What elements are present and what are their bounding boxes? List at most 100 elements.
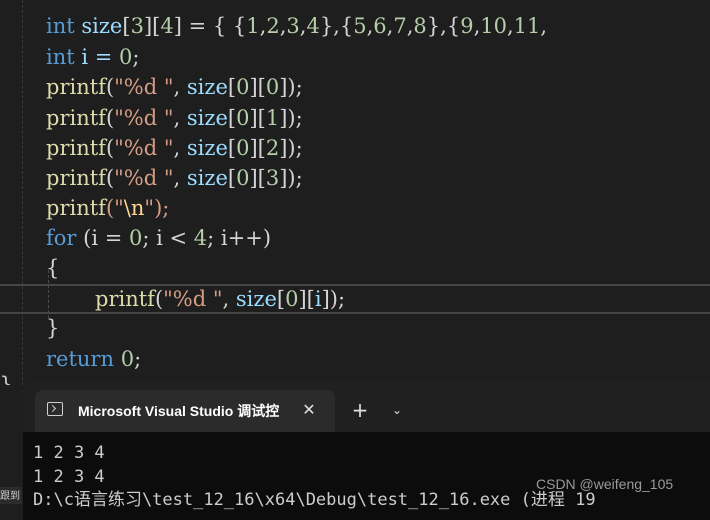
outer-close-brace: } bbox=[0, 372, 13, 385]
function-name: printf bbox=[46, 75, 106, 99]
punct: ; bbox=[134, 347, 142, 371]
punct: ] = { { bbox=[173, 14, 247, 38]
punct: [ bbox=[227, 136, 237, 160]
punct: [ bbox=[227, 106, 237, 130]
punct: , bbox=[173, 136, 187, 160]
number: 0 bbox=[120, 347, 135, 371]
punct: ; i++) bbox=[207, 226, 272, 250]
identifier: i = bbox=[74, 45, 120, 69]
terminal-output-line: D:\c语言练习\test_12_16\x64\Debug\test_12_16… bbox=[33, 490, 596, 510]
punct: ( bbox=[154, 287, 164, 311]
function-name: printf bbox=[46, 106, 106, 130]
string: "%d " bbox=[114, 136, 174, 160]
punct: , bbox=[506, 14, 514, 38]
code-line-7[interactable]: printf("\n"); bbox=[46, 193, 169, 223]
tab-title: Microsoft Visual Studio 调试控 bbox=[78, 403, 280, 419]
function-name: printf bbox=[46, 166, 106, 190]
number: 10 bbox=[480, 14, 507, 38]
keyword: int bbox=[46, 14, 75, 38]
code-line-1[interactable]: int size[3][4] = { {1,2,3,4},{5,6,7,8},{… bbox=[46, 11, 547, 41]
number: 0 bbox=[119, 45, 133, 69]
keyword: return bbox=[46, 347, 114, 371]
side-text-fragment: 跟到 bbox=[0, 487, 22, 504]
number: 0 bbox=[236, 136, 250, 160]
terminal-output-line: 1 2 3 4 bbox=[33, 443, 105, 463]
number: 0 bbox=[129, 226, 143, 250]
punct: },{ bbox=[319, 14, 354, 38]
code-line-2[interactable]: int i = 0; bbox=[46, 42, 139, 72]
code-line-9[interactable]: { bbox=[46, 253, 59, 283]
number: 1 bbox=[246, 14, 260, 38]
punct: , bbox=[173, 106, 187, 130]
keyword: for bbox=[46, 226, 77, 250]
identifier: i bbox=[314, 287, 322, 311]
code-line-5[interactable]: printf("%d ", size[0][2]); bbox=[46, 133, 303, 163]
escape-sequence: \n bbox=[123, 196, 145, 220]
number: 7 bbox=[393, 14, 407, 38]
code-line-12[interactable]: return 0; bbox=[46, 344, 141, 374]
number: 0 bbox=[285, 287, 299, 311]
code-line-10[interactable]: printf("%d ", size[0][i]); bbox=[95, 284, 345, 314]
watermark-text: CSDN @weifeng_105 bbox=[536, 476, 674, 492]
indent-guide bbox=[22, 0, 23, 385]
close-brace: } bbox=[46, 316, 60, 340]
punct: ][ bbox=[249, 75, 266, 99]
punct: ; bbox=[132, 45, 140, 69]
number: 8 bbox=[413, 14, 427, 38]
punct: [ bbox=[276, 287, 286, 311]
punct: ( bbox=[105, 136, 115, 160]
open-brace: { bbox=[46, 256, 60, 280]
terminal-tab[interactable]: Microsoft Visual Studio 调试控 ✕ bbox=[35, 390, 335, 432]
number: 1 bbox=[265, 106, 280, 130]
punct: ]); bbox=[279, 106, 303, 130]
punct: ; i < bbox=[142, 226, 194, 250]
identifier: size bbox=[235, 287, 277, 311]
chevron-down-icon[interactable]: ⌄ bbox=[385, 398, 409, 422]
close-icon[interactable]: ✕ bbox=[297, 398, 321, 422]
punct: [ bbox=[227, 166, 237, 190]
code-line-8[interactable]: for (i = 0; i < 4; i++) bbox=[46, 223, 271, 253]
code-line-4[interactable]: printf("%d ", size[0][1]); bbox=[46, 103, 303, 133]
string: "%d " bbox=[114, 166, 174, 190]
punct: ][ bbox=[298, 287, 315, 311]
keyword: int bbox=[46, 45, 75, 69]
number: 0 bbox=[236, 75, 250, 99]
punct: , bbox=[222, 287, 236, 311]
string: "%d " bbox=[163, 287, 223, 311]
punct: ][ bbox=[249, 166, 266, 190]
function-name: printf bbox=[46, 136, 106, 160]
number: 4 bbox=[160, 14, 174, 38]
identifier: size bbox=[186, 75, 228, 99]
number: 0 bbox=[265, 75, 280, 99]
number: 11 bbox=[513, 14, 541, 38]
number: 2 bbox=[265, 136, 280, 160]
punct: ]); bbox=[321, 287, 346, 311]
function-name: printf bbox=[46, 196, 106, 220]
number: 3 bbox=[286, 14, 300, 38]
number: 0 bbox=[236, 166, 250, 190]
number: 4 bbox=[193, 226, 208, 250]
string: "%d " bbox=[114, 75, 174, 99]
punct: , bbox=[540, 14, 548, 38]
code-line-6[interactable]: printf("%d ", size[0][3]); bbox=[46, 163, 303, 193]
code-line-3[interactable]: printf("%d ", size[0][0]); bbox=[46, 72, 303, 102]
punct: ][ bbox=[249, 136, 266, 160]
number: 2 bbox=[266, 14, 280, 38]
identifier: size bbox=[74, 14, 123, 38]
punct: [ bbox=[227, 75, 237, 99]
terminal-output-line: 1 2 3 4 bbox=[33, 467, 105, 487]
punct: ][ bbox=[143, 14, 161, 38]
function-name: printf bbox=[95, 287, 155, 311]
plus-icon[interactable]: + bbox=[348, 398, 372, 422]
number: 9 bbox=[460, 14, 474, 38]
number: 6 bbox=[373, 14, 387, 38]
punct: ][ bbox=[249, 106, 266, 130]
debug-console-window[interactable]: Microsoft Visual Studio 调试控 ✕ + ⌄ 1 2 3 … bbox=[23, 380, 710, 520]
code-line-11[interactable]: } bbox=[46, 313, 59, 343]
code-editor[interactable]: int size[3][4] = { {1,2,3,4},{5,6,7,8},{… bbox=[0, 0, 710, 385]
string: "%d " bbox=[114, 106, 174, 130]
punct bbox=[114, 347, 121, 371]
punct: ]); bbox=[279, 75, 303, 99]
punct: , bbox=[173, 166, 187, 190]
string: "); bbox=[144, 196, 170, 220]
